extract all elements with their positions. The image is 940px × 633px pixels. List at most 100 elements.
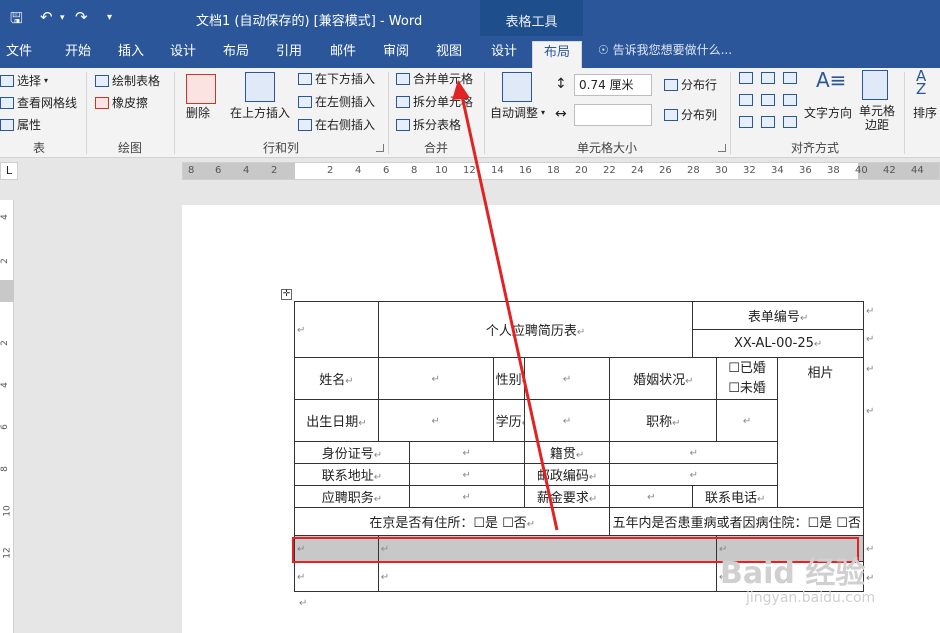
table-move-handle[interactable]: ✛ — [281, 289, 292, 300]
table-cell[interactable]: ↵ — [377, 357, 494, 400]
ruler-tick: 12 — [2, 547, 13, 559]
hospital-cell[interactable]: 五年内是否患重病或者因病住院：☐是 ☐否 — [609, 507, 864, 536]
ruler-tick: 10 — [435, 165, 448, 176]
cell-size-launcher[interactable] — [718, 144, 726, 152]
table-cell[interactable]: ↵ — [377, 399, 494, 442]
view-gridlines-button[interactable]: 查看网格线 — [0, 94, 77, 111]
insert-left-label: 在左侧插入 — [315, 95, 376, 109]
select-button[interactable]: 选择 ▾ — [0, 72, 48, 89]
table-cell[interactable]: ↵ — [609, 485, 694, 508]
customize-qat-icon[interactable]: ▾ — [107, 12, 112, 23]
insert-below-button[interactable]: 在下方插入 — [298, 70, 375, 87]
tell-me-box[interactable]: ☉ 告诉我您想要做什么... — [598, 41, 732, 58]
vertical-ruler[interactable]: 4 2 2 4 6 8 10 12 — [0, 200, 14, 633]
align-bottom-center-icon[interactable] — [761, 116, 775, 128]
table-cell[interactable]: ↵ — [716, 399, 779, 442]
table-cell[interactable]: ↵ — [294, 561, 379, 592]
ruler-tick: 14 — [491, 165, 504, 176]
ruler-tick: 32 — [743, 165, 756, 176]
gender-label-cell[interactable]: 性别↵ — [492, 357, 525, 400]
eraser-button[interactable]: 橡皮擦 — [95, 94, 148, 111]
beijing-housing-cell[interactable]: 在京是否有住所：☐是 ☐否↵ — [293, 507, 611, 536]
tab-home[interactable]: 开始 — [55, 41, 101, 68]
text-direction-button[interactable]: 文字方向 — [804, 104, 852, 121]
married-checkbox[interactable]: ☐已婚 — [728, 361, 766, 376]
tab-view[interactable]: 视图 — [426, 41, 472, 68]
table-cell[interactable]: ↵ — [408, 463, 525, 486]
insert-right-button[interactable]: 在右侧插入 — [298, 116, 375, 133]
tab-references[interactable]: 引用 — [266, 41, 312, 68]
phone-label-cell[interactable]: 联系电话↵ — [692, 485, 779, 508]
tab-mailings[interactable]: 邮件 — [320, 41, 366, 68]
birth-label-cell[interactable]: 出生日期↵ — [294, 399, 379, 442]
cell-width-input[interactable] — [574, 104, 652, 126]
zip-label-cell[interactable]: 邮政编码↵ — [523, 463, 611, 486]
id-label-cell[interactable]: 身份证号↵ — [294, 441, 410, 464]
title-rank-label: 职称 — [646, 415, 673, 430]
name-label-cell[interactable]: 姓名↵ — [294, 357, 379, 400]
marital-options-cell[interactable]: ☐已婚 ☐未婚 — [716, 357, 779, 400]
split-cells-button[interactable]: 拆分单元格 — [396, 93, 473, 110]
position-label-cell[interactable]: 应聘职务↵ — [294, 485, 410, 508]
beijing-housing-text: 在京是否有住所：☐是 ☐否 — [369, 516, 527, 531]
form-no-value-cell[interactable]: XX-AL-00-25↵ — [692, 329, 864, 358]
redo-icon[interactable]: ↷ — [75, 8, 88, 26]
ruler-tick: 30 — [715, 165, 728, 176]
table-cell[interactable]: ↵ — [523, 399, 611, 442]
align-middle-right-icon[interactable] — [783, 94, 797, 106]
table-cell[interactable]: ↵ — [294, 301, 379, 358]
education-label-cell[interactable]: 学历↵ — [492, 399, 525, 442]
salary-label-cell[interactable]: 薪金要求↵ — [523, 485, 611, 508]
form-no-label-cell[interactable]: 表单编号↵ — [692, 301, 864, 330]
merge-cells-button[interactable]: 合并单元格 — [396, 70, 473, 87]
address-label-cell[interactable]: 联系地址↵ — [294, 463, 410, 486]
tab-insert[interactable]: 插入 — [108, 41, 154, 68]
tab-design[interactable]: 设计 — [160, 41, 206, 68]
insert-above-label: 在上方插入 — [230, 106, 291, 120]
table-cell[interactable]: ↵ — [523, 357, 611, 400]
title-rank-label-cell[interactable]: 职称↵ — [609, 399, 718, 442]
tab-selector[interactable]: L — [0, 162, 18, 180]
marital-label-cell[interactable]: 婚姻状况↵ — [609, 357, 718, 400]
distribute-cols-button[interactable]: 分布列 — [664, 106, 717, 123]
insert-above-button[interactable]: 在上方插入 — [230, 104, 290, 121]
save-icon[interactable]: 🖫 — [10, 8, 23, 33]
form-title-cell[interactable]: 个人应聘简历表↵ — [377, 301, 694, 358]
table-cell[interactable]: ↵ — [408, 485, 525, 508]
align-middle-center-icon[interactable] — [761, 94, 775, 106]
undo-icon[interactable]: ↶ — [40, 8, 53, 26]
draw-table-button[interactable]: 绘制表格 — [95, 72, 160, 89]
cell-height-input[interactable]: 0.74 厘米 — [574, 74, 652, 96]
photo-cell[interactable]: 相片 — [777, 357, 864, 508]
properties-button[interactable]: 属性 — [0, 116, 41, 133]
distribute-rows-button[interactable]: 分布行 — [664, 76, 717, 93]
table-cell[interactable]: ↵ — [609, 463, 779, 486]
align-middle-left-icon[interactable] — [739, 94, 753, 106]
table-cell[interactable]: ↵ — [609, 441, 779, 464]
autofit-button[interactable]: 自动调整 ▾ — [490, 104, 545, 121]
align-top-right-icon[interactable] — [783, 72, 797, 84]
table-cell[interactable]: ↵ — [377, 561, 718, 592]
align-bottom-right-icon[interactable] — [783, 116, 797, 128]
align-top-center-icon[interactable] — [761, 72, 775, 84]
insert-left-button[interactable]: 在左侧插入 — [298, 93, 375, 110]
undo-dropdown-icon[interactable]: ▾ — [60, 13, 65, 23]
native-label-cell[interactable]: 籍贯↵ — [523, 441, 611, 464]
tab-file[interactable]: 文件 — [0, 41, 38, 68]
tab-layout[interactable]: 布局 — [213, 41, 259, 68]
align-top-left-icon[interactable] — [739, 72, 753, 84]
split-table-button[interactable]: 拆分表格 — [396, 116, 461, 133]
form-no-value: XX-AL-00-25 — [733, 336, 814, 351]
tab-table-design[interactable]: 设计 — [481, 41, 527, 68]
tab-review[interactable]: 审阅 — [373, 41, 419, 68]
delete-button[interactable]: 删除 — [186, 104, 210, 121]
tab-table-layout[interactable]: 布局 — [532, 41, 582, 68]
sort-button[interactable]: 排序 — [913, 104, 937, 121]
rows-cols-launcher[interactable] — [376, 144, 384, 152]
align-bottom-left-icon[interactable] — [739, 116, 753, 128]
unmarried-checkbox[interactable]: ☐未婚 — [728, 381, 766, 396]
horizontal-ruler[interactable]: 8 6 4 2 2 4 6 8 10 12 14 16 18 20 22 24 … — [182, 162, 940, 180]
ruler-tick: 26 — [659, 165, 672, 176]
cell-margins-button[interactable]: 单元格边距 — [858, 104, 896, 132]
table-cell[interactable]: ↵ — [408, 441, 525, 464]
